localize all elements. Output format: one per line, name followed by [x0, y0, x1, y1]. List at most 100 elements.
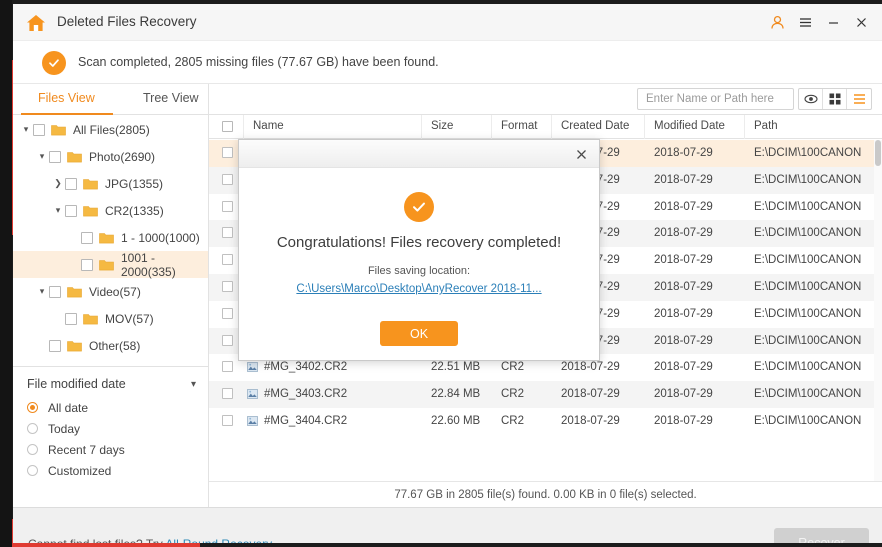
row-checkbox[interactable]: [222, 200, 233, 212]
search-box[interactable]: [637, 88, 813, 110]
file-tree: ▾ All Files(2805) ▾ Photo(2690) ❯ JPG(1355) ▾ C…: [13, 116, 208, 364]
filter-option-label: Customized: [48, 463, 112, 478]
view-mode-buttons: [798, 88, 872, 110]
column-header-format[interactable]: Format: [501, 120, 537, 132]
row-checkbox[interactable]: [222, 280, 233, 292]
scrollbar-thumb[interactable]: [875, 140, 881, 166]
radio-button[interactable]: [27, 465, 38, 476]
filter-option[interactable]: Recent 7 days: [13, 439, 208, 460]
all-round-recovery-link[interactable]: All-Round Recovery: [165, 537, 271, 543]
tree-item-label: CR2(1335): [105, 203, 164, 218]
table-scrollbar[interactable]: [874, 140, 882, 481]
image-file-icon: [247, 416, 258, 426]
chevron-down-icon[interactable]: ▾: [51, 205, 65, 216]
filter-option-label: All date: [48, 400, 89, 415]
column-header-modified-date[interactable]: Modified Date: [654, 120, 725, 132]
tree-item[interactable]: ▾ All Files(2805): [13, 116, 208, 143]
chevron-down-icon[interactable]: ▾: [35, 286, 49, 297]
row-checkbox[interactable]: [222, 361, 233, 373]
filter-header[interactable]: File modified date ▾: [13, 371, 208, 397]
select-all-checkbox[interactable]: [222, 121, 233, 132]
column-divider: [243, 115, 244, 139]
tree-item-label: All Files(2805): [73, 122, 150, 137]
image-file-icon: [247, 362, 258, 373]
table-row[interactable]: #MG_3404.CR2 22.60 MB CR2 2018-07-29 2018-07…: [209, 407, 882, 435]
menu-icon[interactable]: [792, 10, 818, 35]
tree-item-label: 1 - 1000(1000): [121, 230, 200, 245]
tree-item[interactable]: ▾ CR2(1335): [13, 197, 208, 224]
row-checkbox[interactable]: [222, 388, 233, 400]
recovery-complete-dialog: Congratulations! Files recovery complete…: [238, 139, 600, 361]
chevron-down-icon[interactable]: ▾: [191, 379, 196, 390]
list-view-icon[interactable]: [847, 89, 871, 109]
row-checkbox[interactable]: [222, 147, 233, 158]
home-icon[interactable]: [26, 13, 46, 33]
tree-item-checkbox[interactable]: [49, 285, 61, 298]
tree-item-checkbox[interactable]: [81, 231, 93, 244]
tree-item[interactable]: 1 - 1000(1000): [13, 224, 208, 251]
row-checkbox[interactable]: [222, 173, 233, 185]
recover-button[interactable]: Recover: [774, 528, 869, 543]
column-header-name[interactable]: Name: [253, 120, 284, 132]
column-header-created-date[interactable]: Created Date: [561, 120, 629, 132]
filter-option-label: Recent 7 days: [48, 442, 125, 457]
search-input[interactable]: [646, 93, 800, 105]
dialog-header: [239, 140, 599, 168]
tree-item-checkbox[interactable]: [81, 258, 93, 271]
cell-modified: 2018-07-29: [654, 147, 713, 159]
chevron-down-icon[interactable]: ▾: [19, 124, 33, 135]
cell-path: E:\DCIM\100CANON: [754, 361, 862, 374]
tree-item[interactable]: 1001 - 2000(335): [13, 251, 208, 279]
window-controls: [764, 10, 874, 35]
cell-path: E:\DCIM\100CANON: [754, 173, 862, 186]
minimize-icon[interactable]: [820, 10, 846, 35]
tree-item-checkbox[interactable]: [49, 150, 61, 163]
chevron-down-icon[interactable]: ▾: [35, 151, 49, 162]
cell-size: 22.84 MB: [431, 388, 481, 401]
cell-modified: 2018-07-29: [654, 254, 713, 267]
tree-item-checkbox[interactable]: [49, 339, 61, 352]
title-bar: Deleted Files Recovery: [13, 4, 882, 41]
tree-item-checkbox[interactable]: [65, 177, 77, 190]
saving-location-link[interactable]: C:\Users\Marco\Desktop\AnyRecover 2018-1…: [239, 283, 599, 295]
filter-option[interactable]: Today: [13, 418, 208, 439]
row-checkbox[interactable]: [222, 334, 233, 346]
row-checkbox[interactable]: [222, 307, 233, 319]
tree-item[interactable]: ▾ Photo(2690): [13, 143, 208, 170]
tree-item[interactable]: MOV(57): [13, 305, 208, 332]
ok-button[interactable]: OK: [380, 321, 458, 346]
tree-item[interactable]: Other(58): [13, 332, 208, 359]
chevron-right-icon[interactable]: ❯: [51, 178, 65, 189]
tree-item-checkbox[interactable]: [33, 123, 45, 136]
close-icon[interactable]: [571, 144, 591, 164]
tree-item[interactable]: ❯ JPG(1355): [13, 170, 208, 197]
tab-files-view[interactable]: Files View: [38, 91, 95, 105]
grid-view-icon[interactable]: [823, 89, 847, 109]
tab-tree-view[interactable]: Tree View: [143, 91, 199, 105]
tree-item-checkbox[interactable]: [65, 204, 77, 217]
tree-item-checkbox[interactable]: [65, 312, 77, 325]
preview-eye-icon[interactable]: [799, 89, 823, 109]
column-header-size[interactable]: Size: [431, 120, 453, 132]
row-checkbox[interactable]: [222, 227, 233, 239]
radio-button[interactable]: [27, 423, 38, 434]
tree-item[interactable]: ▾ Video(57): [13, 278, 208, 305]
scan-status-text: Scan completed, 2805 missing files (77.6…: [78, 55, 439, 69]
row-checkbox[interactable]: [222, 254, 233, 266]
row-checkbox[interactable]: [222, 414, 233, 426]
radio-button[interactable]: [27, 444, 38, 455]
filter-option[interactable]: All date: [13, 397, 208, 418]
check-circle-icon: [404, 192, 434, 222]
radio-button[interactable]: [27, 402, 38, 413]
column-header-path[interactable]: Path: [754, 120, 778, 132]
tree-item-label: Photo(2690): [89, 149, 156, 164]
filter-option[interactable]: Customized: [13, 460, 208, 481]
column-divider: [421, 115, 422, 139]
account-icon[interactable]: [764, 10, 790, 35]
close-icon[interactable]: [848, 10, 874, 35]
table-row[interactable]: #MG_3403.CR2 22.84 MB CR2 2018-07-29 2018-07…: [209, 381, 882, 408]
folder-icon: [83, 205, 98, 217]
tree-item-label: JPG(1355): [105, 176, 164, 191]
